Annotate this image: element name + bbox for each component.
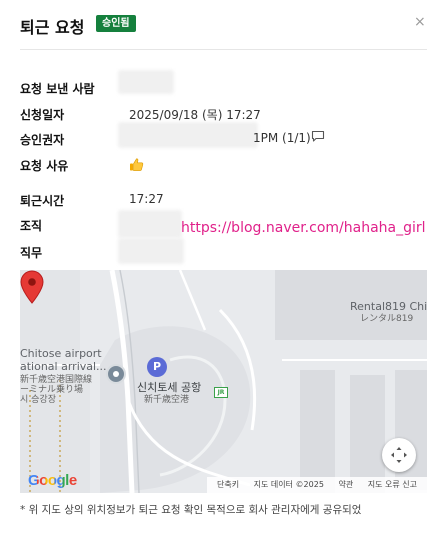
parking-icon[interactable]: P — [147, 357, 167, 377]
leave-time-value: 17:27 — [129, 192, 164, 206]
position-label: 직무 — [20, 246, 43, 260]
location-marker-icon[interactable] — [106, 364, 126, 384]
fullscreen-icon — [391, 447, 407, 463]
sender-value-redacted — [118, 70, 174, 94]
dialog-header: 퇴근 요청 승인됨 × — [0, 0, 445, 50]
date-label: 신청일자 — [20, 108, 65, 122]
map-label-terminal-jp: 新千歳空港 — [144, 395, 190, 405]
map-label-terminal: 신치토세 공항 — [137, 381, 202, 394]
header-divider — [20, 49, 427, 50]
dialog-title: 퇴근 요청 — [20, 18, 85, 37]
thumbs-up-icon — [130, 158, 144, 171]
map-label-airport-5: 시 승강장 — [20, 395, 56, 405]
approver-value: 1PM (1/1) — [253, 131, 311, 145]
fullscreen-button[interactable] — [382, 438, 416, 472]
approver-label: 승인권자 — [20, 133, 65, 147]
leave-time-label: 퇴근시간 — [20, 194, 65, 208]
terms-link[interactable]: 약관 — [338, 480, 353, 489]
sender-label: 요청 보낸 사람 — [20, 82, 95, 96]
map-label-airport-2: ational arrival... — [20, 360, 107, 373]
position-value-redacted — [118, 238, 184, 264]
status-badge: 승인됨 — [96, 15, 136, 32]
report-error-link[interactable]: 지도 오류 신고 — [368, 480, 417, 489]
google-logo[interactable]: Google — [28, 472, 77, 489]
shortcuts-link[interactable]: 단축키 — [217, 480, 239, 489]
jr-station-icon: JR — [214, 387, 228, 398]
date-value: 2025/09/18 (목) 17:27 — [129, 108, 261, 122]
map-label-rental-jp: レンタル819 — [360, 314, 414, 324]
map-data-text: 지도 데이터 ©2025 — [253, 480, 324, 489]
google-logo-text: Google — [28, 472, 77, 489]
map-label-rental: Rental819 Chitose — [350, 300, 427, 313]
watermark-url: https://blog.naver.com/hahaha_girl — [181, 220, 426, 236]
org-label: 조직 — [20, 219, 43, 233]
location-pin-icon[interactable] — [20, 270, 44, 304]
map-label-airport-1: Chitose airport — [20, 347, 102, 360]
location-map[interactable]: Rental819 Chitose レンタル819 Chitose airpor… — [20, 270, 427, 493]
comment-icon[interactable] — [311, 130, 325, 143]
approver-value-redacted — [118, 122, 258, 148]
reason-label: 요청 사유 — [20, 159, 69, 173]
map-attribution: 단축키 지도 데이터 ©2025 약관 지도 오류 신고 — [207, 477, 427, 493]
org-value-redacted — [118, 210, 182, 238]
close-icon[interactable]: × — [414, 14, 426, 30]
location-footnote: * 위 지도 상의 위치정보가 퇴근 요청 확인 목적으로 회사 관리자에게 공… — [20, 504, 362, 516]
